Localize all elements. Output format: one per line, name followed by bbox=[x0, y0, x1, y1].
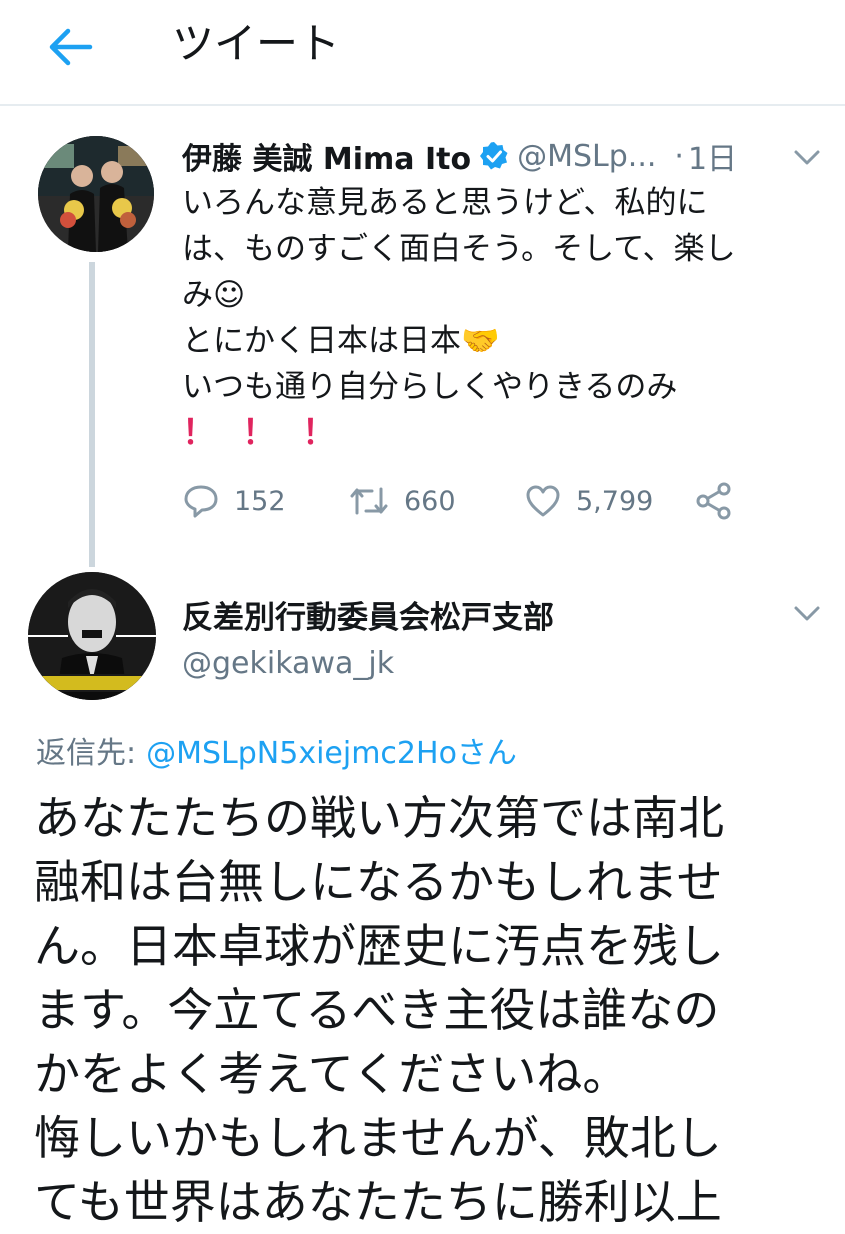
separator-dot: · bbox=[674, 138, 684, 174]
reply-count: 152 bbox=[234, 485, 286, 517]
tweet-text: いろんな意見あると思うけど、私的に は、ものすごく面白そう。そして、楽し み☺ … bbox=[182, 180, 802, 457]
tweet-text-line: は、ものすごく面白そう。そして、楽し bbox=[182, 231, 736, 267]
top-bar: ツイート bbox=[0, 0, 845, 106]
tweet-text-line: み☺ bbox=[182, 277, 246, 313]
retweet-count: 660 bbox=[404, 485, 456, 517]
author-handle[interactable]: @gekikawa_jk bbox=[182, 646, 394, 681]
exclamation-icon: ！ bbox=[302, 413, 336, 453]
thread-line bbox=[89, 262, 95, 567]
like-icon bbox=[526, 485, 560, 517]
retweet-button[interactable]: 660 bbox=[348, 478, 456, 524]
author-name[interactable]: 伊藤 美誠 Mima Ito bbox=[182, 134, 471, 178]
retweet-icon bbox=[350, 487, 388, 515]
share-icon bbox=[696, 482, 731, 520]
replying-to-label: 返信先: bbox=[36, 736, 137, 771]
avatar-photo-icon bbox=[28, 572, 156, 700]
tweet-header: 伊藤 美誠 Mima Ito @MSLp... · 1日 bbox=[182, 134, 832, 178]
tweet-text-line: 悔しいかもしれませんが、敗北し bbox=[34, 1111, 722, 1165]
tweet-text: あなたたちの戦い方次第では南北 融和は台無しになるかもしれませ ん。日本卓球が歴… bbox=[34, 786, 824, 1234]
verified-badge-icon bbox=[479, 141, 509, 171]
author-handle[interactable]: @MSLp... bbox=[517, 139, 656, 174]
page-title: ツイート bbox=[172, 19, 341, 68]
tweet-text-line: かをよく考えてくださいね。 bbox=[34, 1047, 629, 1101]
reply-button[interactable]: 152 bbox=[182, 478, 286, 524]
author-name[interactable]: 反差別行動委員会松戸支部 bbox=[182, 592, 554, 637]
share-button[interactable] bbox=[694, 478, 734, 524]
chevron-down-icon bbox=[794, 606, 820, 621]
reply-icon bbox=[184, 485, 218, 518]
tweet-menu-button[interactable] bbox=[790, 596, 824, 630]
tweet-text-line: あなたたちの戦い方次第では南北 bbox=[34, 791, 724, 845]
like-button[interactable]: 5,799 bbox=[524, 478, 653, 524]
tweet-text-line: ても世界はあなたたちに勝利以上 bbox=[34, 1175, 722, 1229]
avatar[interactable] bbox=[28, 572, 156, 700]
exclamation-row: ！ ！ ！ bbox=[182, 410, 802, 457]
mention-link[interactable]: @MSLpN5xiejmc2Hoさん bbox=[146, 736, 517, 771]
replying-to: 返信先: @MSLpN5xiejmc2Hoさん bbox=[36, 728, 517, 772]
avatar[interactable] bbox=[38, 136, 154, 252]
like-count: 5,799 bbox=[576, 485, 654, 517]
exclamation-icon: ！ bbox=[182, 413, 216, 453]
exclamation-icon: ！ bbox=[242, 413, 276, 453]
tweet-timestamp[interactable]: 1日 bbox=[688, 134, 737, 178]
tweet-actions: 152 660 5,799 bbox=[182, 478, 782, 524]
avatar-photo-icon bbox=[38, 136, 154, 252]
chevron-down-icon bbox=[794, 150, 820, 165]
back-button[interactable] bbox=[40, 22, 100, 72]
tweet-text-line: 融和は台無しになるかもしれませ bbox=[34, 855, 723, 909]
tweet-text-line: ます。今立てるべき主役は誰なの bbox=[34, 983, 720, 1037]
tweet-text-line: いろんな意見あると思うけど、私的に bbox=[182, 185, 708, 221]
tweet-text-line: とにかく日本は日本🤝 bbox=[182, 323, 500, 359]
tweet-text-line: ん。日本卓球が歴史に汚点を残し bbox=[34, 919, 724, 973]
back-arrow-icon bbox=[49, 28, 93, 66]
tweet-text-line: いつも通り自分らしくやりきるのみ bbox=[182, 369, 678, 405]
tweet-menu-button[interactable] bbox=[790, 140, 824, 174]
